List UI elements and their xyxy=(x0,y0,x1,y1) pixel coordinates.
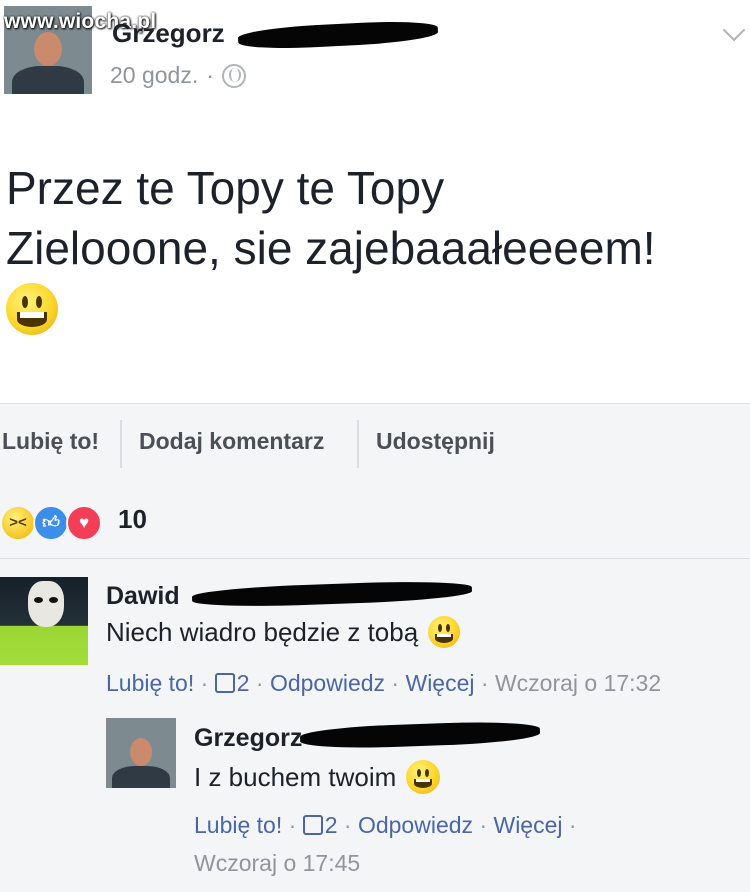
commenter-avatar[interactable] xyxy=(0,577,88,665)
post-meta: 20 godz. · xyxy=(110,62,246,89)
reply-time[interactable]: Wczoraj o 17:45 xyxy=(194,850,360,876)
post-author-name[interactable]: Grzegorz xyxy=(112,18,225,49)
reply-like-count[interactable]: 2 xyxy=(302,812,338,838)
reply-actions: Lubię to! · 2 · Odpowiedz · Więcej · Wcz… xyxy=(194,812,577,876)
post-action-bar: Lubię to! Dodaj komentarz Udostępnij xyxy=(0,403,750,485)
haha-icon: >< xyxy=(0,505,36,541)
comment-button[interactable]: Dodaj komentarz xyxy=(139,428,324,455)
reply-reply-link[interactable]: Odpowiedz xyxy=(358,812,473,838)
reply-author-name[interactable]: Grzegorz xyxy=(194,724,302,753)
more-link[interactable]: Więcej xyxy=(405,670,474,696)
reply-text: I z buchem twoim xyxy=(194,760,441,794)
reply-body: I z buchem twoim xyxy=(194,761,397,792)
reply-more-link[interactable]: Więcej xyxy=(493,812,562,838)
thumbs-up-icon xyxy=(302,815,323,835)
comment-body: Niech wiadro będzie z tobą xyxy=(106,616,419,647)
reply-author-avatar[interactable] xyxy=(106,718,176,788)
post-text-line-1: Przez te Topy te Topy xyxy=(6,162,445,214)
chevron-down-icon[interactable] xyxy=(722,18,746,42)
like-button[interactable]: Lubię to! xyxy=(2,428,99,455)
comment-text: Niech wiadro będzie z tobą xyxy=(106,616,461,648)
redaction-scribble xyxy=(237,18,439,52)
post-text: Przez te Topy te Topy Zielooone, sie zaj… xyxy=(6,158,746,340)
grinning-emoji-icon xyxy=(406,760,441,794)
comment-like-count[interactable]: 2 xyxy=(214,670,250,696)
post-text-line-2: Zielooone, sie zajebaaałeeeem! xyxy=(6,222,656,274)
reactions-summary[interactable]: >< 👍︎ ♥ 10 xyxy=(0,484,750,559)
meta-separator: · xyxy=(206,62,214,88)
divider xyxy=(357,420,359,468)
reply-like-link[interactable]: Lubię to! xyxy=(194,812,282,838)
love-icon: ♥ xyxy=(66,505,102,541)
grinning-emoji-icon xyxy=(6,283,58,335)
post-time[interactable]: 20 godz. xyxy=(110,62,198,89)
comment-like-link[interactable]: Lubię to! xyxy=(106,670,194,696)
reaction-count[interactable]: 10 xyxy=(118,504,147,535)
globe-icon xyxy=(221,63,246,88)
comment-actions: Lubię to! · 2 · Odpowiedz · Więcej · Wcz… xyxy=(106,670,662,696)
mask-face xyxy=(28,581,64,627)
reply-link[interactable]: Odpowiedz xyxy=(270,670,385,696)
comment-author-name[interactable]: Dawid xyxy=(106,582,180,611)
share-button[interactable]: Udostępnij xyxy=(376,428,495,455)
like-icon: 👍︎ xyxy=(33,505,69,541)
divider xyxy=(120,420,122,468)
thumbs-up-icon xyxy=(214,673,235,693)
grinning-emoji-icon xyxy=(428,616,461,648)
comment-time[interactable]: Wczoraj o 17:32 xyxy=(495,670,661,696)
